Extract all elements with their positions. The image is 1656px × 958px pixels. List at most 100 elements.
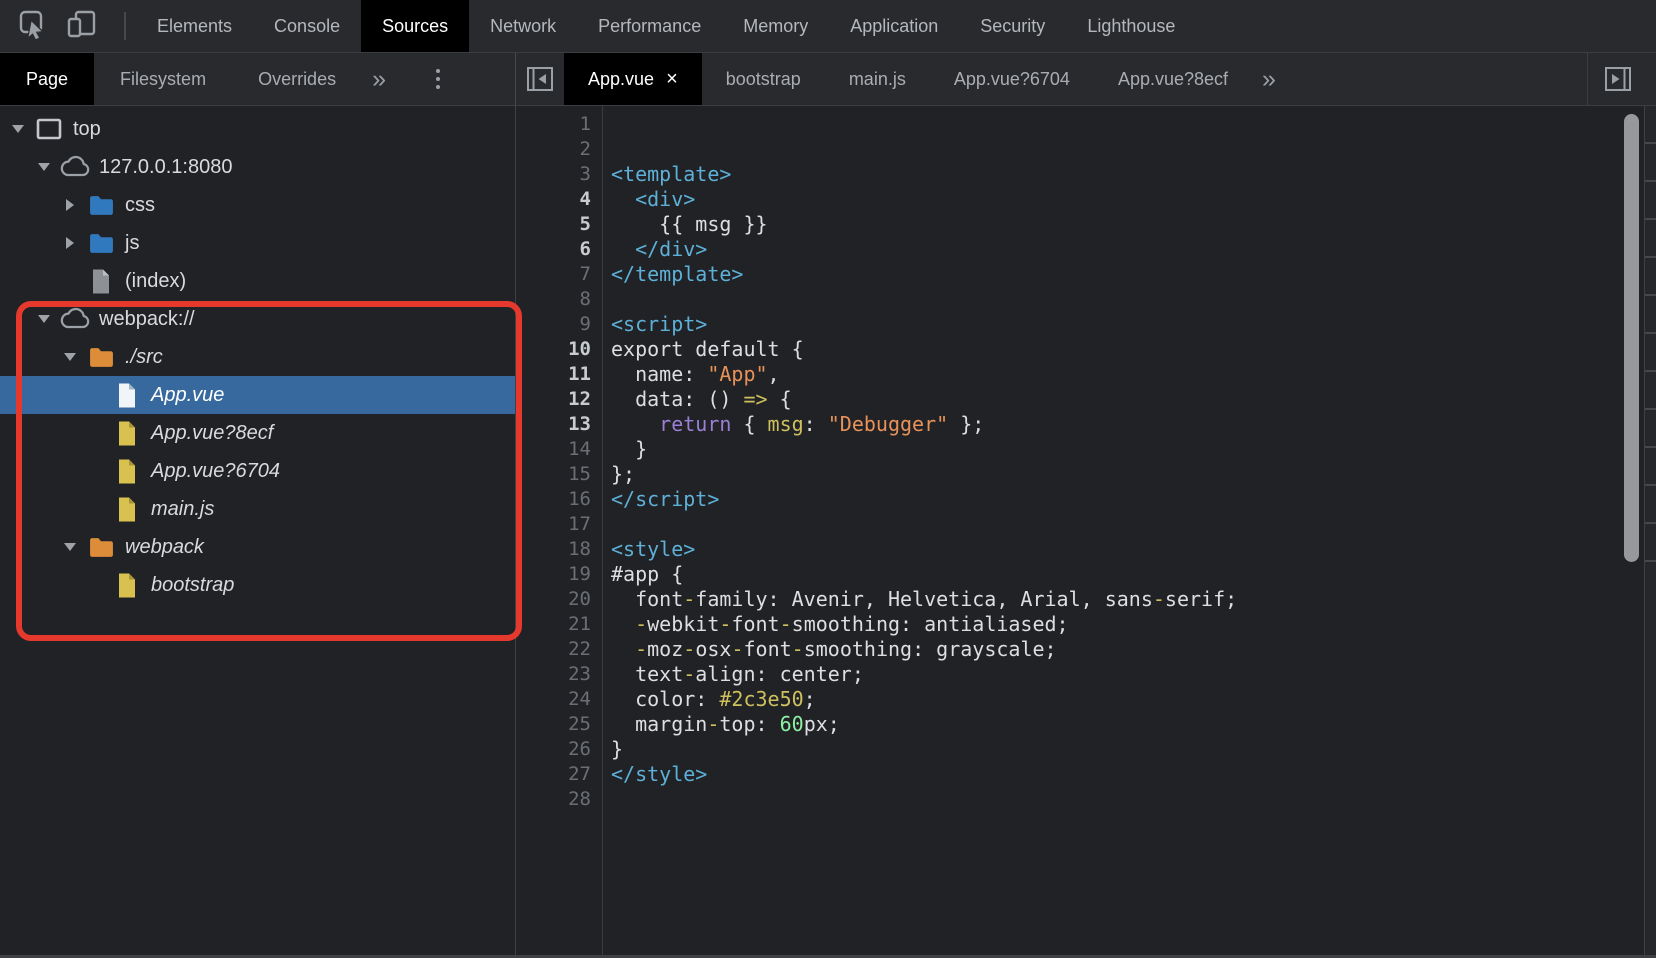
line-number-8[interactable]: 8 <box>516 287 602 312</box>
line-number-12[interactable]: 12 <box>516 387 602 412</box>
line-number-19[interactable]: 19 <box>516 562 602 587</box>
hide-navigator-icon[interactable] <box>516 53 564 105</box>
code-token <box>611 612 635 636</box>
tree-right-arrow-icon[interactable] <box>60 199 80 211</box>
line-number-4[interactable]: 4 <box>516 187 602 212</box>
line-number-21[interactable]: 21 <box>516 612 602 637</box>
tree-item-app-vue[interactable]: App.vue <box>0 376 515 414</box>
collapsed-debugger-strip[interactable] <box>1644 106 1656 958</box>
tab-console[interactable]: Console <box>253 0 361 52</box>
code-token: { <box>768 387 792 411</box>
line-number-14[interactable]: 14 <box>516 437 602 462</box>
tree-item-app-vue-8ecf[interactable]: App.vue?8ecf <box>0 414 515 452</box>
tree-item-app-vue-6704[interactable]: App.vue?6704 <box>0 452 515 490</box>
devtools-window: ElementsConsoleSourcesNetworkPerformance… <box>0 0 1656 958</box>
sidebar-tabs-overflow-icon[interactable]: » <box>362 53 396 105</box>
line-number-3[interactable]: 3 <box>516 162 602 187</box>
tree-down-arrow-icon[interactable] <box>34 315 54 323</box>
line-number-7[interactable]: 7 <box>516 262 602 287</box>
tab-memory[interactable]: Memory <box>722 0 829 52</box>
editor-tab-app-vue-8ecf[interactable]: App.vue?8ecf <box>1094 53 1252 105</box>
folder-blue-icon <box>86 194 116 217</box>
tree-down-arrow-icon[interactable] <box>60 543 80 551</box>
code-token: font <box>743 637 791 661</box>
tree-item-label: ./src <box>125 346 163 369</box>
doc-yellow-icon <box>112 496 142 523</box>
line-number-26[interactable]: 26 <box>516 737 602 762</box>
line-number-18[interactable]: 18 <box>516 537 602 562</box>
sidebar-tab-page[interactable]: Page <box>0 53 94 105</box>
cloud-icon <box>60 307 90 331</box>
code-token: text <box>611 662 683 686</box>
code-token: family: Avenir, Helvetica, Arial, sans <box>695 587 1153 611</box>
line-number-23[interactable]: 23 <box>516 662 602 687</box>
code-line-3: <template> <box>611 162 1656 187</box>
editor-tab-bootstrap[interactable]: bootstrap <box>702 53 825 105</box>
line-number-17[interactable]: 17 <box>516 512 602 537</box>
tab-sources[interactable]: Sources <box>361 0 469 52</box>
sidebar-tab-overrides[interactable]: Overrides <box>232 53 362 105</box>
editor-tab-app-vue[interactable]: App.vue× <box>564 53 702 105</box>
tree-down-arrow-icon[interactable] <box>34 163 54 171</box>
editor-scrollbar[interactable] <box>1624 114 1639 562</box>
line-number-gutter: 1234567891011121314151617181920212223242… <box>516 106 603 958</box>
tree-item-label: webpack <box>125 536 204 559</box>
line-number-15[interactable]: 15 <box>516 462 602 487</box>
tab-performance[interactable]: Performance <box>577 0 722 52</box>
main-tabs: ElementsConsoleSourcesNetworkPerformance… <box>136 0 1196 52</box>
editor-tabs-overflow-icon[interactable]: » <box>1252 53 1286 105</box>
tree-right-arrow-icon[interactable] <box>60 237 80 249</box>
code-token: align: center; <box>695 662 864 686</box>
tree-item-bootstrap[interactable]: bootstrap <box>0 566 515 604</box>
line-number-1[interactable]: 1 <box>516 112 602 137</box>
line-number-6[interactable]: 6 <box>516 237 602 262</box>
line-number-2[interactable]: 2 <box>516 137 602 162</box>
tree-down-arrow-icon[interactable] <box>8 125 28 133</box>
code-token: - <box>683 587 695 611</box>
tree-item-webpack[interactable]: webpack <box>0 528 515 566</box>
line-number-28[interactable]: 28 <box>516 787 602 812</box>
device-toolbar-icon[interactable] <box>66 9 98 44</box>
code-line-16: </script> <box>611 487 1656 512</box>
inspect-element-icon[interactable] <box>18 9 48 44</box>
line-number-22[interactable]: 22 <box>516 637 602 662</box>
code-token: data: () <box>611 387 743 411</box>
tree-item-127-0-0-1-8080[interactable]: 127.0.0.1:8080 <box>0 148 515 186</box>
tree-item-label: (index) <box>125 270 186 293</box>
tab-network[interactable]: Network <box>469 0 577 52</box>
line-number-25[interactable]: 25 <box>516 712 602 737</box>
file-navigator: top 127.0.0.1:8080 cssjs (index) webpack://.… <box>0 106 516 958</box>
doc-white-icon <box>112 382 142 409</box>
line-number-27[interactable]: 27 <box>516 762 602 787</box>
tab-application[interactable]: Application <box>829 0 959 52</box>
tab-elements[interactable]: Elements <box>136 0 253 52</box>
tree-item-src[interactable]: ./src <box>0 338 515 376</box>
close-tab-icon[interactable]: × <box>666 69 678 89</box>
line-number-16[interactable]: 16 <box>516 487 602 512</box>
tree-item-main-js[interactable]: main.js <box>0 490 515 528</box>
tree-item-label: App.vue?6704 <box>151 460 280 483</box>
tab-lighthouse[interactable]: Lighthouse <box>1066 0 1196 52</box>
tree-item-top[interactable]: top <box>0 110 515 148</box>
sidebar-tab-filesystem[interactable]: Filesystem <box>94 53 232 105</box>
tree-item-label: 127.0.0.1:8080 <box>99 156 232 179</box>
tree-down-arrow-icon[interactable] <box>60 353 80 361</box>
line-number-24[interactable]: 24 <box>516 687 602 712</box>
line-number-10[interactable]: 10 <box>516 337 602 362</box>
editor-tab-app-vue-6704[interactable]: App.vue?6704 <box>930 53 1094 105</box>
more-options-icon[interactable] <box>426 53 450 105</box>
line-number-11[interactable]: 11 <box>516 362 602 387</box>
editor-tab-main-js[interactable]: main.js <box>825 53 930 105</box>
tree-item-css[interactable]: css <box>0 186 515 224</box>
tree-item-index[interactable]: (index) <box>0 262 515 300</box>
tree-item-webpack[interactable]: webpack:// <box>0 300 515 338</box>
tree-item-js[interactable]: js <box>0 224 515 262</box>
show-debugger-icon[interactable] <box>1594 64 1642 94</box>
line-number-9[interactable]: 9 <box>516 312 602 337</box>
tab-security[interactable]: Security <box>959 0 1066 52</box>
line-number-20[interactable]: 20 <box>516 587 602 612</box>
line-number-13[interactable]: 13 <box>516 412 602 437</box>
code-token: - <box>731 637 743 661</box>
code-token: font <box>731 612 779 636</box>
line-number-5[interactable]: 5 <box>516 212 602 237</box>
